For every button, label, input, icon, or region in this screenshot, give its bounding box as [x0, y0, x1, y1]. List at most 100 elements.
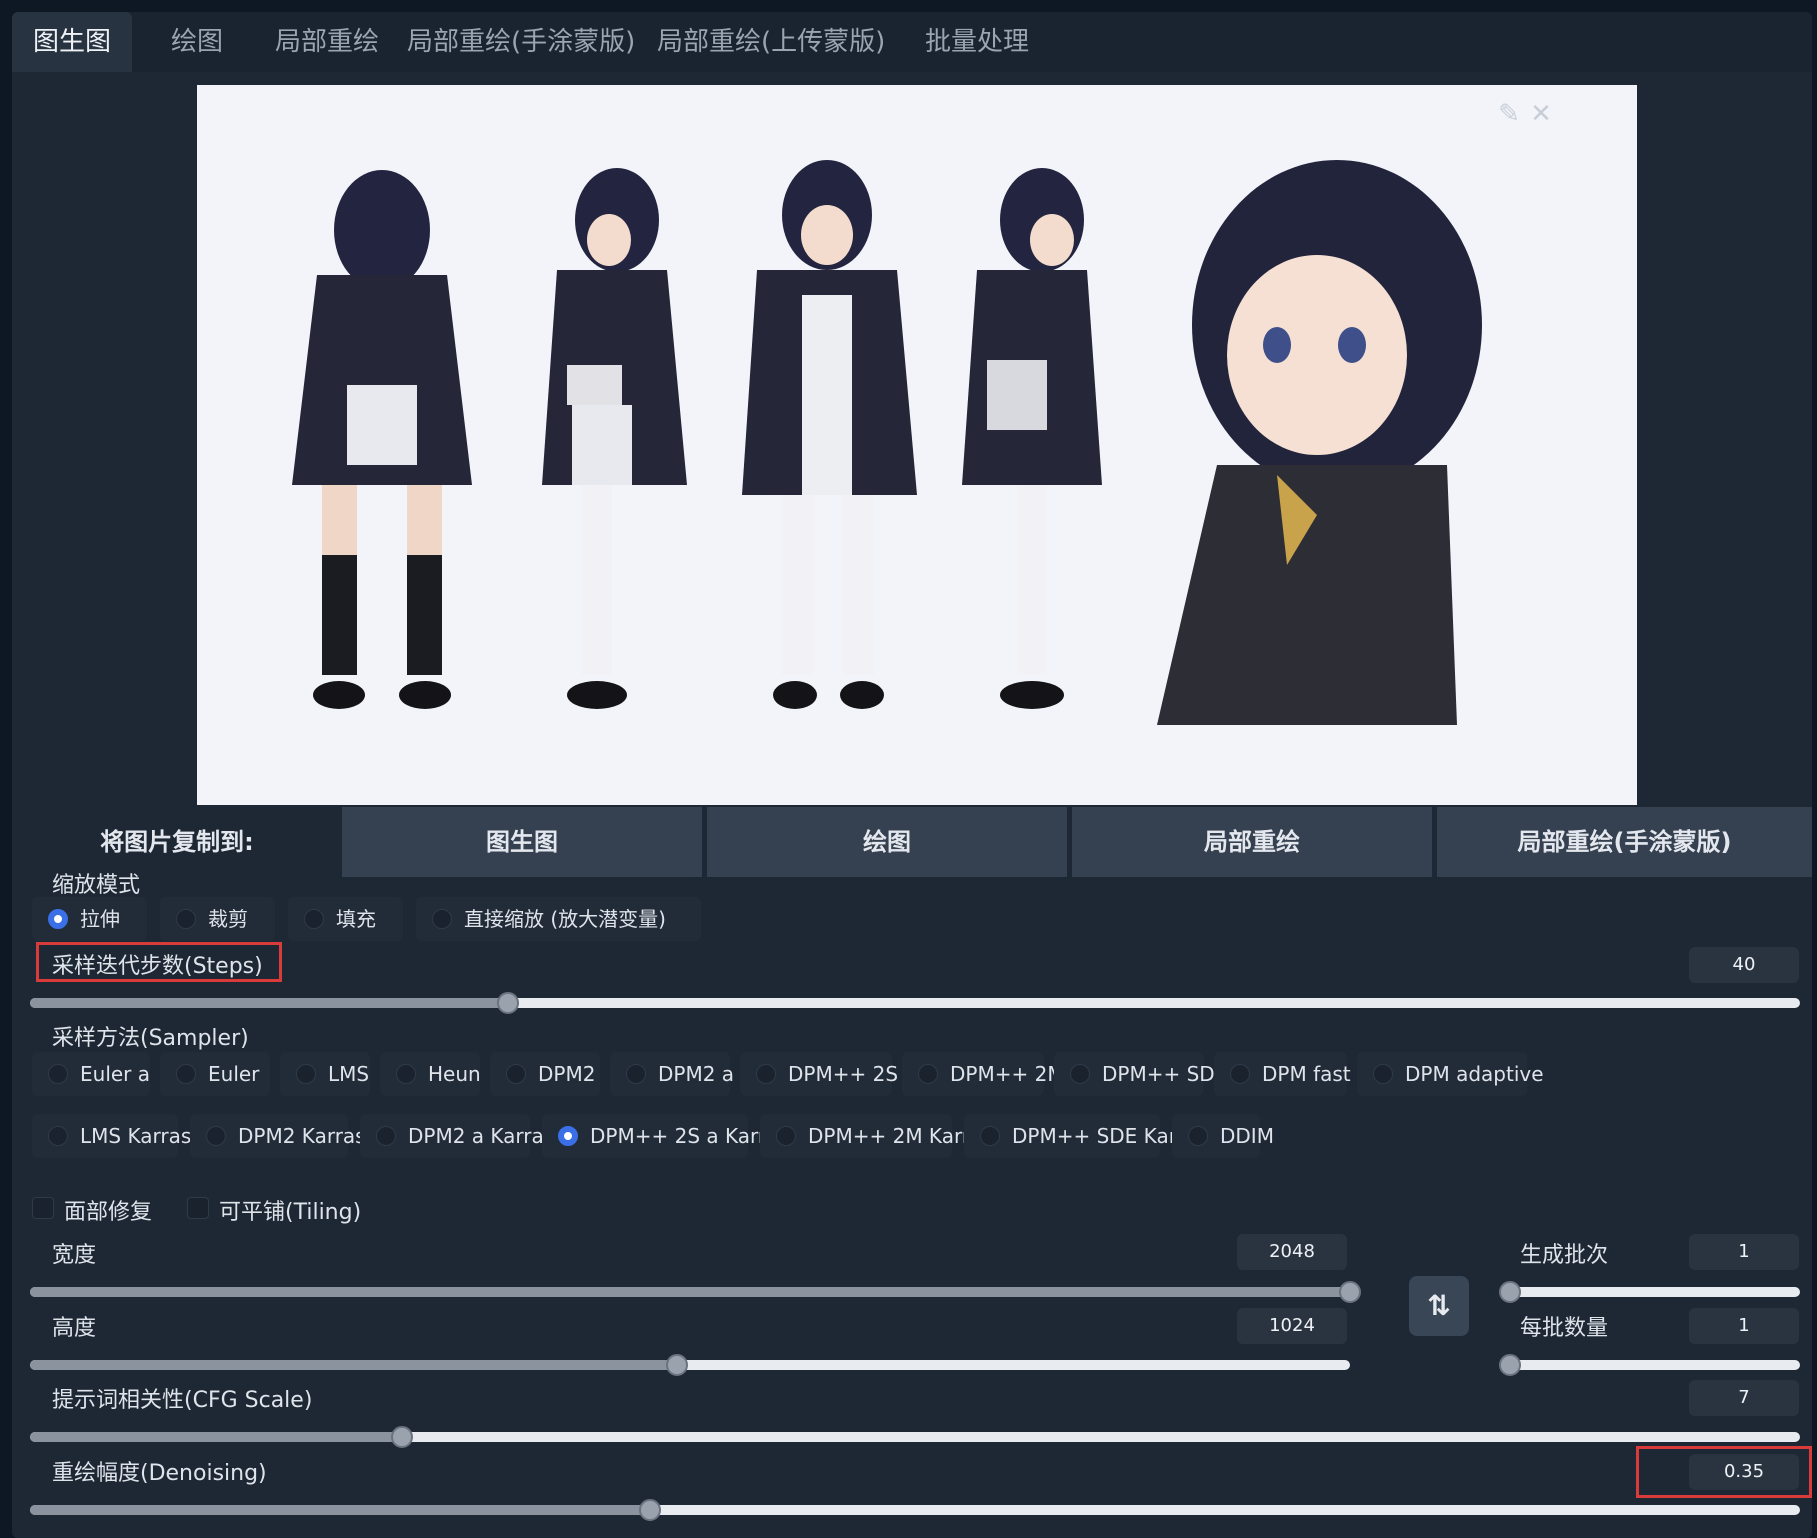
sampler-option-dpm-2s-a[interactable]: DPM++ 2S a — [740, 1052, 917, 1096]
input-image[interactable] — [197, 85, 1637, 805]
batch-size-input[interactable]: 1 — [1689, 1308, 1799, 1344]
batch-size-label: 每批数量 — [1520, 1316, 1609, 1341]
copy-to-inpaint-button[interactable]: 局部重绘 — [1072, 807, 1432, 877]
sampler-option-dpm-sde[interactable]: DPM++ SDE — [1054, 1052, 1227, 1096]
radio-label: Euler a — [80, 1062, 151, 1086]
height-input[interactable]: 1024 — [1237, 1308, 1347, 1344]
slider-thumb[interactable] — [390, 1426, 413, 1448]
slider-thumb[interactable] — [496, 992, 519, 1014]
character-sheet-image — [197, 85, 1637, 805]
radio-label: DDIM — [1220, 1124, 1274, 1148]
tiling-checkbox[interactable] — [187, 1197, 209, 1219]
radio-dot — [396, 1064, 416, 1084]
slider-fill — [30, 998, 508, 1008]
denoise-label: 重绘幅度(Denoising) — [52, 1461, 267, 1486]
slider-thumb[interactable] — [665, 1354, 688, 1376]
radio-label: DPM2 a — [658, 1062, 735, 1086]
copy-to-img2img-button[interactable]: 图生图 — [342, 807, 702, 877]
radio-dot — [626, 1064, 646, 1084]
sampler-option-dpm2[interactable]: DPM2 — [490, 1052, 600, 1096]
sampler-option-dpm-adaptive[interactable]: DPM adaptive — [1357, 1052, 1544, 1096]
resize-crop-radio[interactable]: 裁剪 — [160, 897, 275, 941]
slider-fill — [30, 1360, 677, 1370]
radio-dot — [980, 1126, 1000, 1146]
tab-batch[interactable]: 批量处理 — [912, 12, 1042, 72]
sampler-option-euler[interactable]: Euler — [160, 1052, 270, 1096]
radio-dot — [1188, 1126, 1208, 1146]
sampler-option-dpm-2m-karras[interactable]: DPM++ 2M Karras — [760, 1114, 993, 1158]
batch-count-input[interactable]: 1 — [1689, 1234, 1799, 1270]
radio-label: LMS Karras — [80, 1124, 192, 1148]
batch-count-label: 生成批次 — [1520, 1243, 1609, 1268]
pencil-icon[interactable]: ✎ — [1492, 97, 1526, 131]
sampler-option-dpm2-a-karras[interactable]: DPM2 a Karras — [360, 1114, 554, 1158]
swap-vertical-icon[interactable]: ⇅ — [1409, 1276, 1469, 1336]
width-slider[interactable] — [30, 1281, 1361, 1303]
radio-dot — [506, 1064, 526, 1084]
sampler-option-ddim[interactable]: DDIM — [1172, 1114, 1274, 1158]
steps-slider[interactable] — [30, 992, 1800, 1014]
height-slider[interactable] — [30, 1354, 1350, 1376]
sampler-option-lms-karras[interactable]: LMS Karras — [32, 1114, 191, 1158]
tab-inpaint[interactable]: 局部重绘 — [262, 12, 392, 72]
width-label: 宽度 — [52, 1243, 97, 1268]
steps-input[interactable]: 40 — [1689, 947, 1799, 983]
slider-thumb[interactable] — [1339, 1281, 1361, 1303]
radio-label: Euler — [208, 1062, 260, 1086]
batch-count-slider[interactable] — [1499, 1281, 1800, 1303]
radio-label: DPM++ 2M — [950, 1062, 1065, 1086]
slider-thumb[interactable] — [1499, 1354, 1521, 1376]
sampler-option-euler-a[interactable]: Euler a — [32, 1052, 150, 1096]
slider-fill — [30, 1287, 1350, 1297]
height-label: 高度 — [52, 1316, 97, 1341]
radio-dot — [48, 1126, 68, 1146]
slider-thumb[interactable] — [638, 1499, 661, 1521]
radio-dot — [304, 909, 324, 929]
tab-inpaint-upload[interactable]: 局部重绘(上传蒙版) — [657, 12, 885, 72]
radio-dot — [176, 909, 196, 929]
radio-dot — [558, 1126, 578, 1146]
radio-label: DPM2 Karras — [238, 1124, 366, 1148]
tab-inpaint-sketch[interactable]: 局部重绘(手涂蒙版) — [407, 12, 635, 72]
copy-to-bar: 将图片复制到: 图生图 绘图 局部重绘 局部重绘(手涂蒙版) — [12, 807, 1812, 877]
denoise-slider[interactable] — [30, 1499, 1800, 1521]
close-icon[interactable]: ✕ — [1524, 97, 1558, 131]
tab-img2img[interactable]: 图生图 — [12, 12, 132, 72]
radio-label: DPM fast — [1262, 1062, 1351, 1086]
resize-latent-radio[interactable]: 直接缩放 (放大潜变量) — [416, 897, 701, 941]
resize-stretch-radio[interactable]: 拉伸 — [32, 897, 147, 941]
cfg-input[interactable]: 7 — [1689, 1380, 1799, 1416]
radio-label: DPM adaptive — [1405, 1062, 1544, 1086]
radio-dot — [1070, 1064, 1090, 1084]
tab-sketch[interactable]: 绘图 — [142, 12, 252, 72]
radio-dot — [776, 1126, 796, 1146]
radio-dot — [918, 1064, 938, 1084]
sampler-option-dpm-fast[interactable]: DPM fast — [1214, 1052, 1351, 1096]
batch-size-slider[interactable] — [1499, 1354, 1800, 1376]
radio-dot — [296, 1064, 316, 1084]
radio-dot — [48, 909, 68, 929]
sampler-option-dpm-2s-a-karras[interactable]: DPM++ 2S a Karras — [542, 1114, 789, 1158]
radio-dot — [756, 1064, 776, 1084]
copy-to-sketch-button[interactable]: 绘图 — [707, 807, 1067, 877]
width-input[interactable]: 2048 — [1237, 1234, 1347, 1270]
resize-mode-label: 缩放模式 — [52, 873, 141, 898]
img2img-panel: 图生图 绘图 局部重绘 局部重绘(手涂蒙版) 局部重绘(上传蒙版) 批量处理 ✎… — [12, 12, 1812, 1538]
sampler-option-dpm2-a[interactable]: DPM2 a — [610, 1052, 734, 1096]
sampler-option-lms[interactable]: LMS — [280, 1052, 370, 1096]
cfg-slider[interactable] — [30, 1426, 1800, 1448]
slider-thumb[interactable] — [1499, 1281, 1521, 1303]
cfg-label: 提示词相关性(CFG Scale) — [52, 1388, 313, 1413]
radio-label: DPM2 a Karras — [408, 1124, 555, 1148]
radio-label: 拉伸 — [80, 907, 120, 931]
radio-label: 直接缩放 (放大潜变量) — [464, 907, 666, 931]
sampler-option-dpm-sde-karras[interactable]: DPM++ SDE Karras — [964, 1114, 1207, 1158]
sampler-option-dpm2-karras[interactable]: DPM2 Karras — [190, 1114, 366, 1158]
radio-label: DPM2 — [538, 1062, 596, 1086]
denoise-input[interactable]: 0.35 — [1689, 1454, 1799, 1490]
sampler-option-heun[interactable]: Heun — [380, 1052, 481, 1096]
copy-to-inpaint-sketch-button[interactable]: 局部重绘(手涂蒙版) — [1437, 807, 1812, 877]
sampler-option-dpm-2m[interactable]: DPM++ 2M — [902, 1052, 1065, 1096]
resize-fill-radio[interactable]: 填充 — [288, 897, 403, 941]
face-restore-checkbox[interactable] — [32, 1197, 54, 1219]
